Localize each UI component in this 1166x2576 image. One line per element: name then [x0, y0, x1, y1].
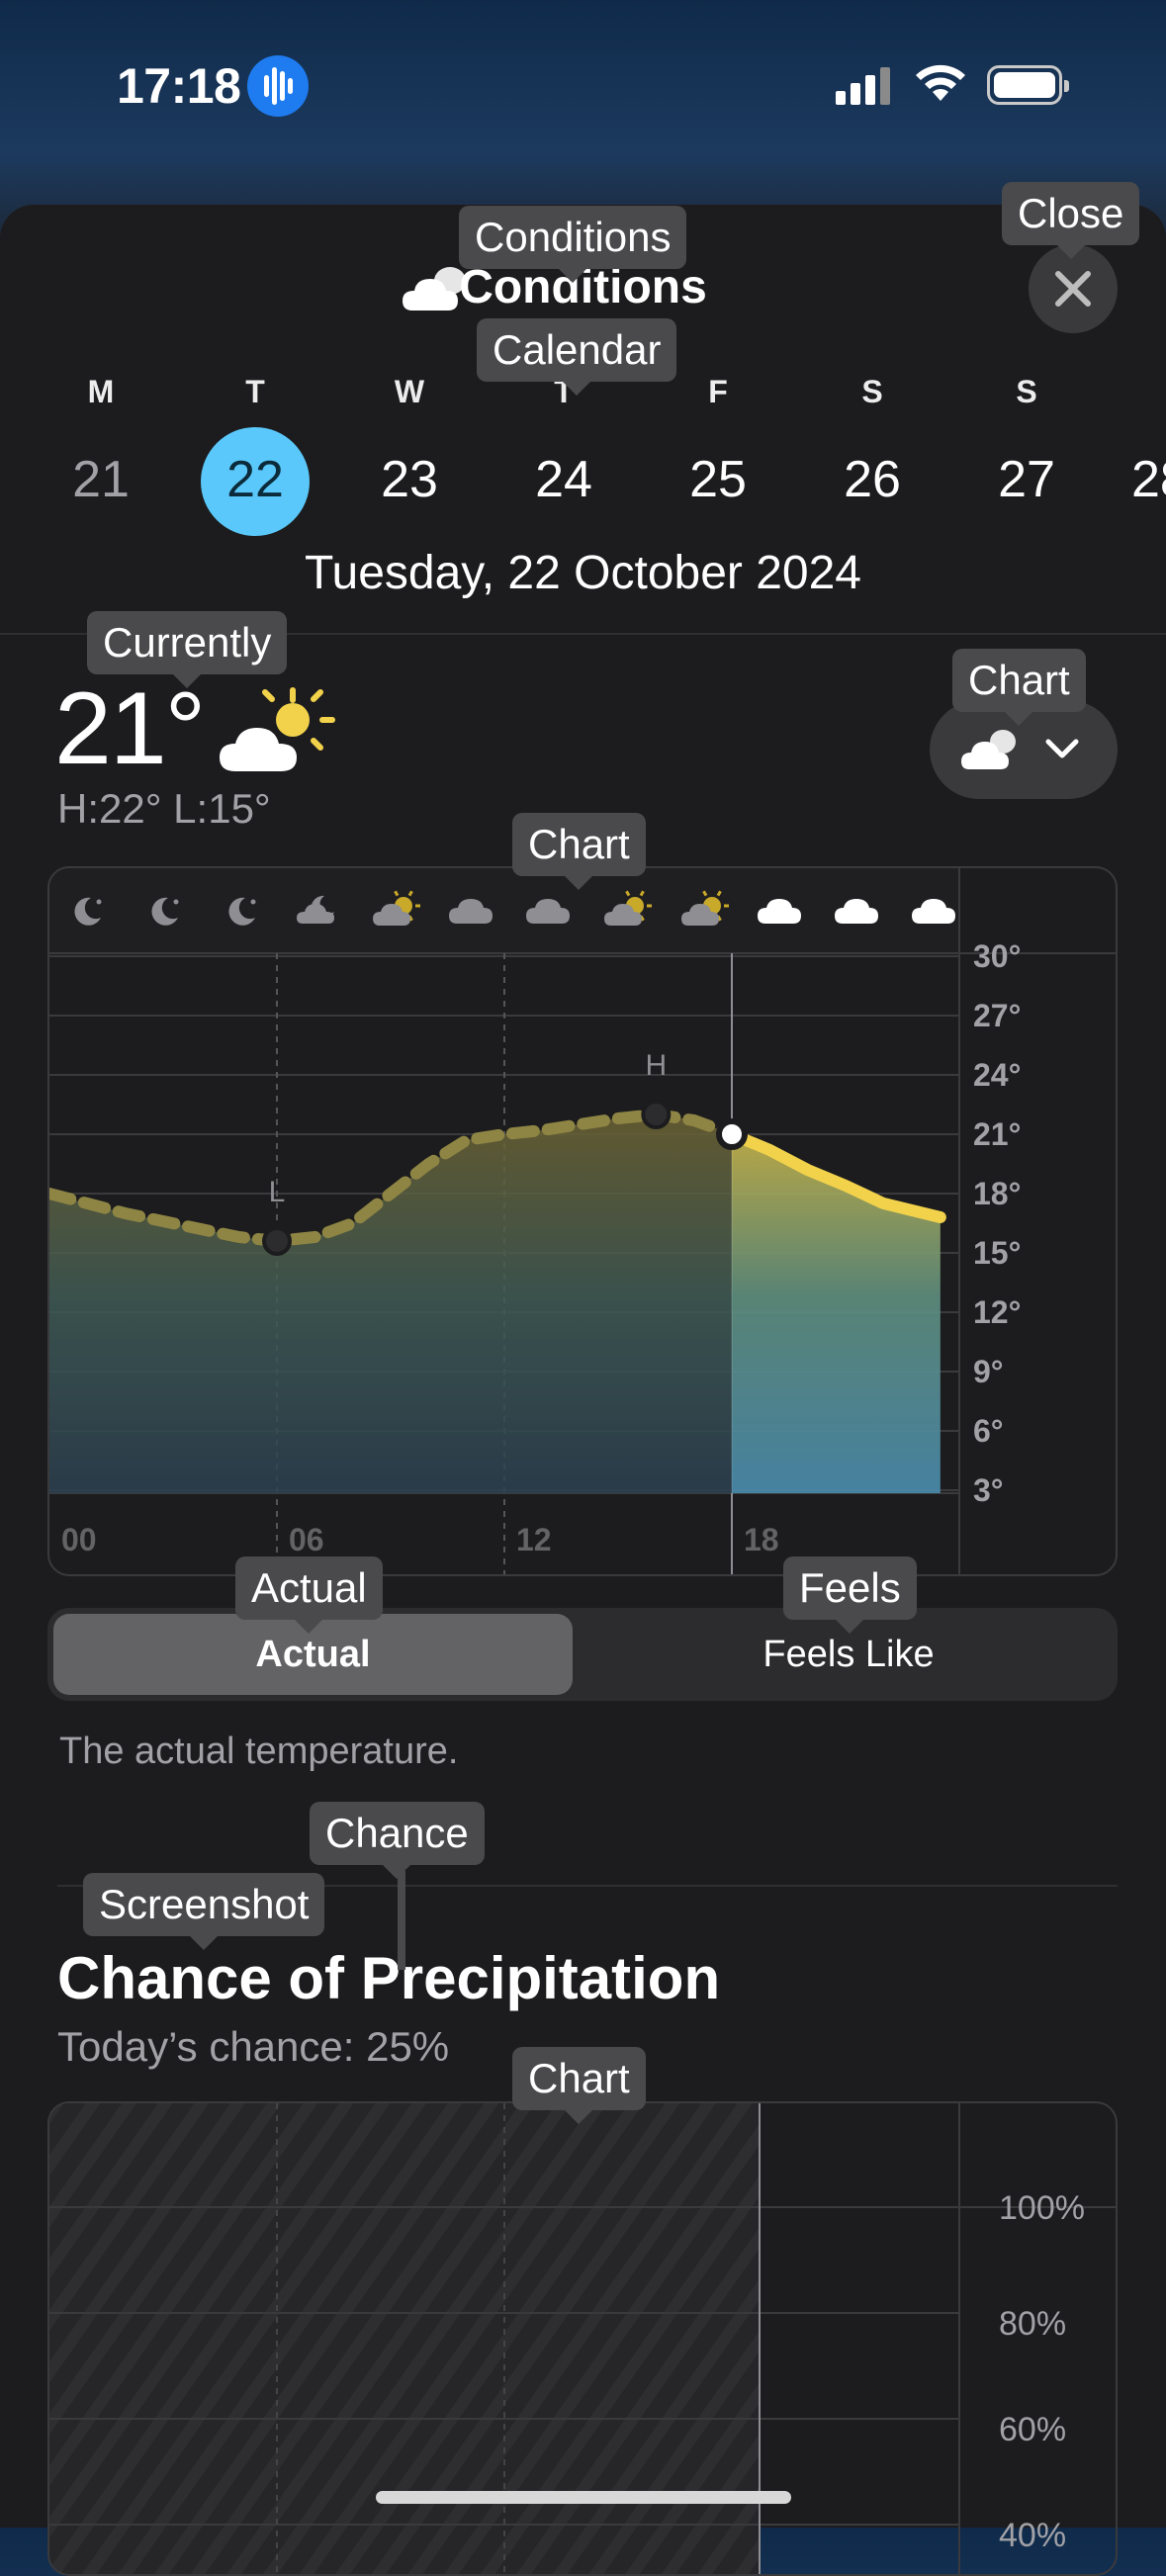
tooltip-chance-pointer — [398, 1871, 405, 1970]
day-27[interactable]: 27 — [977, 450, 1076, 509]
day-24[interactable]: 24 — [514, 450, 613, 509]
day-22-selected[interactable]: 22 — [206, 450, 305, 509]
y-tick-label: 30° — [973, 938, 1021, 974]
precipitation-title: Chance of Precipitation — [57, 1945, 721, 2011]
day-25[interactable]: 25 — [669, 450, 767, 509]
high-point-marker — [641, 1100, 672, 1129]
current-point-marker — [716, 1118, 748, 1150]
tooltip-feels: Feels — [783, 1556, 917, 1634]
home-indicator[interactable] — [376, 2491, 791, 2504]
day-23[interactable]: 23 — [360, 450, 459, 509]
tooltip-chance: Chance — [310, 1802, 485, 1879]
precipitation-subtitle: Today’s chance: 25% — [57, 2023, 450, 2070]
y-tick-label: 21° — [973, 1116, 1021, 1152]
temperature-chart[interactable]: L H 30° 27° 24° 21° 18° 15° 12° 9° 6° 3° 00 06 12 18 — [47, 866, 1118, 1576]
star-dot — [96, 899, 102, 905]
tooltip-conditions: Conditions — [459, 206, 687, 283]
y-tick-label: 12° — [973, 1294, 1021, 1330]
y-tick-label: 3° — [973, 1472, 1004, 1508]
y-tick-label: 24° — [973, 1057, 1021, 1093]
weekday-label: M — [87, 374, 115, 409]
precipitation-chart[interactable]: 100% 80% 60% 40% — [47, 2101, 1118, 2576]
day-26[interactable]: 26 — [823, 450, 922, 509]
tooltip-currently: Currently — [87, 611, 288, 688]
high-label: H — [645, 1049, 667, 1082]
weekday-label: W — [394, 374, 425, 409]
tooltip-chart: Chart — [512, 813, 646, 890]
cloud-icon — [961, 730, 1016, 769]
audio-recording-icon[interactable] — [247, 55, 309, 117]
y-tick-label: 15° — [973, 1235, 1021, 1271]
weekday-label: S — [1016, 374, 1037, 409]
low-point-marker — [262, 1226, 292, 1256]
weekday-label: T — [245, 374, 265, 409]
x-tick-label: 06 — [289, 1522, 324, 1557]
y-tick-label: 80% — [999, 2305, 1066, 2343]
temperature-chart-svg: L H 30° 27° 24° 21° 18° 15° 12° 9° 6° 3° 00 06 12 18 — [49, 868, 1116, 1574]
high-low-temperature: H:22° L:15° — [57, 785, 271, 832]
cellular-signal-icon — [836, 65, 893, 105]
y-tick-label: 40% — [999, 2517, 1066, 2554]
x-tick-label: 00 — [61, 1522, 97, 1557]
tooltip-calendar: Calendar — [477, 318, 677, 396]
weekday-label: S — [861, 374, 883, 409]
segment-actual-label[interactable]: Actual — [53, 1634, 573, 1676]
tooltip-precip-chart: Chart — [512, 2047, 646, 2124]
y-tick-label: 6° — [973, 1413, 1004, 1449]
selected-date: Tuesday, 22 October 2024 — [304, 547, 861, 599]
y-tick-label: 9° — [973, 1354, 1004, 1389]
battery-icon — [987, 65, 1069, 105]
day-28[interactable]: 28 — [1131, 450, 1166, 509]
hourly-icon-row — [49, 868, 959, 953]
temperature-mode-segmented-control[interactable]: Actual Feels Like — [47, 1608, 1118, 1701]
star-dot — [173, 899, 179, 905]
tooltip-screenshot: Screenshot — [83, 1873, 325, 1950]
day-21[interactable]: 21 — [51, 450, 150, 509]
wifi-icon — [916, 64, 965, 101]
y-tick-label: 18° — [973, 1176, 1021, 1211]
y-tick-label: 60% — [999, 2411, 1066, 2448]
x-tick-label: 12 — [516, 1522, 552, 1557]
past-temperature-area — [49, 1114, 732, 1493]
chevron-down-icon — [1045, 739, 1079, 758]
weekday-label: F — [708, 374, 728, 409]
tooltip-close: Close — [1002, 182, 1140, 259]
y-tick-label: 27° — [973, 998, 1021, 1033]
tooltip-actual: Actual — [235, 1556, 383, 1634]
low-label: L — [269, 1176, 286, 1208]
status-bar: 17:18 — [0, 0, 1166, 178]
y-tick-label: 100% — [999, 2189, 1085, 2227]
temperature-description: The actual temperature. — [59, 1731, 459, 1772]
precipitation-chart-svg: 100% 80% 60% 40% — [49, 2103, 1116, 2574]
partly-sunny-icon — [220, 687, 335, 771]
tooltip-chart-menu: Chart — [952, 649, 1086, 726]
star-dot — [250, 899, 256, 905]
segment-feels-like-label[interactable]: Feels Like — [586, 1634, 1111, 1676]
status-time: 17:18 — [117, 58, 241, 114]
x-tick-label: 18 — [744, 1522, 779, 1557]
